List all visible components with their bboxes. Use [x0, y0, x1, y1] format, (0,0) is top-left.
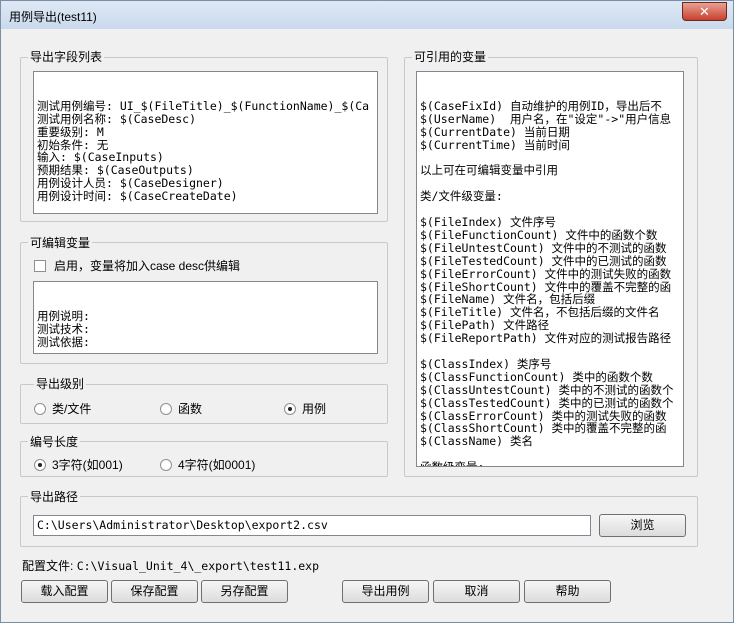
text-line: $(CaseFixId) 自动维护的用例ID，导出后不	[420, 98, 662, 113]
enable-editable-checkbox[interactable]: 启用，变量将加入case desc供编辑	[34, 257, 240, 274]
config-file-path: C:\Visual_Unit_4\_export\test11.exp	[76, 559, 320, 573]
export-level-label: 导出级别	[34, 375, 87, 392]
text-line: $(FileIndex) 文件序号	[420, 214, 557, 229]
save-config-button[interactable]: 保存配置	[111, 580, 198, 603]
id-length-3-radio[interactable]: 3字符(如001)	[34, 456, 123, 473]
radio-label: 类/文件	[52, 402, 92, 416]
browse-button[interactable]: 浏览	[599, 514, 686, 537]
help-button[interactable]: 帮助	[524, 580, 611, 603]
text-line: $(FileErrorCount) 文件中的测试失败的函数	[420, 266, 672, 281]
variables-textarea[interactable]: $(CaseFixId) 自动维护的用例ID，导出后不 $(UserName) 用…	[416, 71, 684, 467]
text-line: $(ClassUntestCount) 类中的不测试的函数个	[420, 382, 674, 397]
text-line: 重要级别: M	[37, 124, 104, 139]
text-line: 函数级变量:	[420, 461, 680, 466]
config-file-prefix: 配置文件:	[22, 559, 74, 573]
text-line: $(ClassIndex) 类序号	[420, 356, 552, 371]
title-bar: 用例导出(test11) ✕	[1, 1, 733, 29]
radio-label: 用例	[302, 402, 327, 416]
text-line: 测试用例名称: $(CaseDesc)	[37, 111, 197, 126]
text-line: $(FileTestedCount) 文件中的已测试的函数	[420, 253, 667, 268]
variables-group-label: 可引用的变量	[412, 48, 489, 65]
text-line: 类/文件级变量:	[420, 189, 503, 204]
radio-indicator[interactable]	[160, 458, 172, 471]
editable-group-label: 可编辑变量	[28, 234, 93, 251]
config-file-line: 配置文件: C:\Visual_Unit_4\_export\test11.ex…	[22, 557, 319, 574]
cancel-button[interactable]: 取消	[433, 580, 520, 603]
export-dialog: 用例导出(test11) ✕ 导出字段列表 测试用例编号: UI_$(FileT…	[0, 0, 734, 623]
text-line: $(FileReportPath) 文件对应的测试报告路径	[420, 331, 672, 346]
radio-label: 4字符(如0001)	[178, 458, 256, 472]
radio-label: 3字符(如001)	[52, 458, 123, 472]
load-config-button[interactable]: 载入配置	[21, 580, 108, 603]
radio-indicator[interactable]	[34, 458, 46, 471]
text-line: $(UserName) 用户名，在"设定"->"用户信息	[420, 111, 672, 126]
save-as-config-button[interactable]: 另存配置	[201, 580, 288, 603]
export-cases-button[interactable]: 导出用例	[342, 580, 429, 603]
text-line: 测试依据:	[37, 334, 90, 349]
export-path-input[interactable]: C:\Users\Administrator\Desktop\export2.c…	[33, 515, 591, 536]
text-line: 用例设计时间: $(CaseCreateDate)	[37, 189, 238, 204]
text-line: 用例说明:	[37, 308, 90, 323]
radio-indicator[interactable]	[284, 402, 296, 415]
text-line: $(ClassTestedCount) 类中的已测试的函数个	[420, 395, 674, 410]
editable-textarea[interactable]: 用例说明: 测试技术: 测试依据:	[33, 281, 378, 354]
text-line: $(ClassName) 类名	[420, 434, 534, 449]
fields-group-label: 导出字段列表	[28, 48, 105, 65]
text-line: $(ClassFunctionCount) 类中的函数个数	[420, 369, 653, 384]
radio-indicator[interactable]	[160, 402, 172, 415]
export-level-class-radio[interactable]: 类/文件	[34, 400, 91, 417]
text-line: $(CurrentTime) 当前时间	[420, 137, 570, 152]
text-line: 测试用例编号: UI_$(FileTitle)_$(FunctionName)_…	[37, 98, 370, 113]
enable-checkbox-label: 启用，变量将加入case desc供编辑	[54, 259, 241, 273]
text-line	[420, 345, 680, 358]
text-line: 测试技术:	[37, 321, 90, 336]
close-button[interactable]: ✕	[682, 2, 727, 21]
window-title: 用例导出(test11)	[9, 10, 97, 24]
text-line: 以上可在可编辑变量中引用	[420, 163, 558, 178]
text-line: $(FileUntestCount) 文件中的不测试的函数	[420, 240, 667, 255]
export-path-label: 导出路径	[28, 488, 81, 505]
text-line: $(FileFunctionCount) 文件中的函数个数	[420, 227, 658, 242]
export-level-case-radio[interactable]: 用例	[284, 400, 326, 417]
id-length-4-radio[interactable]: 4字符(如0001)	[160, 456, 255, 473]
radio-indicator[interactable]	[34, 402, 46, 415]
export-level-function-radio[interactable]: 函数	[160, 400, 202, 417]
text-line: $(CurrentDate) 当前日期	[420, 124, 570, 139]
radio-label: 函数	[178, 402, 203, 416]
id-length-label: 编号长度	[28, 433, 81, 450]
enable-checkbox-box[interactable]	[34, 259, 46, 272]
fields-textarea[interactable]: 测试用例编号: UI_$(FileTitle)_$(FunctionName)_…	[33, 71, 378, 214]
